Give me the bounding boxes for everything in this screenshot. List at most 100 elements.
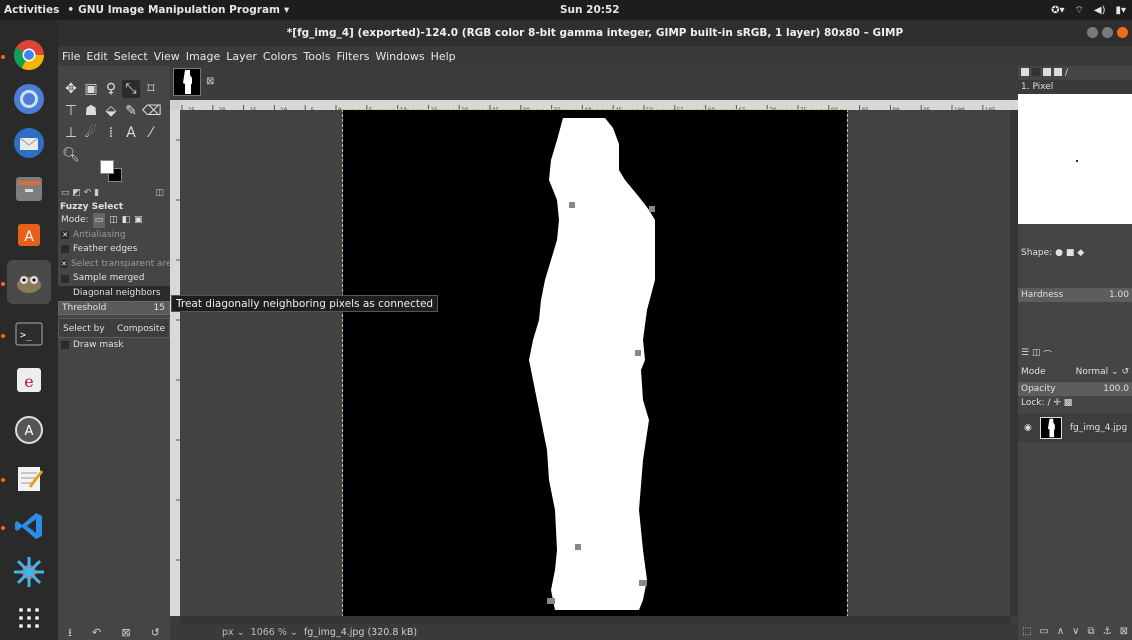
zoom-icon[interactable]: 🔍︎ [62, 146, 80, 164]
delete-layer-icon[interactable]: ⊠ [1120, 626, 1128, 640]
dock-terminal[interactable]: >_ [7, 312, 51, 356]
layer-row[interactable]: ◉ fg_img_4.jpg [1018, 414, 1132, 442]
antialiasing-checkbox[interactable]: ✕ Antialiasing [58, 228, 170, 243]
menu-edit[interactable]: Edit [86, 50, 107, 63]
menu-select[interactable]: Select [114, 50, 148, 63]
channels-tab-icon[interactable]: ◫ [1032, 348, 1041, 358]
clock[interactable]: Sun 20:52 [560, 4, 620, 16]
anchor-icon[interactable]: ⚓︎ [1103, 626, 1112, 640]
opacity-slider[interactable]: Opacity 100.0 [1018, 382, 1132, 396]
paint-dynamics-icon[interactable]: / [1065, 68, 1073, 78]
clone-icon[interactable]: ⊥ [62, 124, 80, 142]
menu-layer[interactable]: Layer [226, 50, 257, 63]
patterns-tab-icon[interactable] [1032, 68, 1040, 76]
vertical-scrollbar[interactable] [1010, 110, 1018, 616]
dock-chrome[interactable] [7, 33, 51, 77]
dock-krita[interactable] [7, 550, 51, 594]
circle-shape-icon[interactable]: ● [1055, 248, 1063, 258]
activities-button[interactable]: Activities [0, 4, 67, 16]
diamond-shape-icon[interactable]: ◆ [1077, 248, 1084, 258]
dock-software-updater[interactable]: A [7, 408, 51, 452]
mode-subtract-icon[interactable]: ◧ [122, 213, 131, 228]
battery-icon[interactable]: ▮▾ [1115, 5, 1126, 16]
app-menu[interactable]: • GNU Image Manipulation Program ▾ [67, 4, 289, 16]
brushes-tabs[interactable]: / [1018, 66, 1132, 80]
unit-selector[interactable]: px ⌄ [222, 627, 245, 638]
dock-chromium[interactable] [7, 77, 51, 121]
new-group-icon[interactable]: ▭ [1039, 626, 1048, 640]
color-picker-icon[interactable]: ⁄ [142, 124, 160, 142]
image-canvas[interactable] [342, 109, 848, 617]
bucket-fill-icon[interactable]: ⬙ [102, 102, 120, 120]
fonts-tab-icon[interactable] [1043, 68, 1051, 76]
smudge-icon[interactable]: ☄ [82, 124, 100, 142]
restore-options-icon[interactable]: ↶ [92, 626, 101, 640]
layer-mode-row[interactable]: Mode Normal ⌄ ↺ [1018, 362, 1132, 382]
menu-tools[interactable]: Tools [303, 50, 330, 63]
path-icon[interactable]: ⁞ [102, 124, 120, 142]
dock-thunderbird[interactable] [7, 121, 51, 165]
lock-pixels-icon[interactable]: / [1047, 398, 1050, 408]
warp-icon[interactable]: ☗ [82, 102, 100, 120]
mode-row[interactable]: Mode: ▭ ◫ ◧ ▣ [58, 213, 170, 228]
horizontal-ruler[interactable]: -25-20-15-10-505101520253035404550556065… [180, 100, 1018, 110]
menu-windows[interactable]: Windows [375, 50, 424, 63]
dock-files[interactable] [7, 167, 51, 211]
threshold-slider[interactable]: Threshold 15 [58, 300, 170, 316]
layers-tab-icon[interactable]: ☰ [1021, 348, 1029, 358]
new-layer-icon[interactable]: ⬚ [1022, 626, 1031, 640]
accessibility-icon[interactable]: ✪▾ [1051, 5, 1064, 16]
paintbrush-icon[interactable]: ✎ [122, 102, 140, 120]
select-transparent-checkbox[interactable]: ✕ Select transparent area [58, 257, 170, 272]
draw-mask-checkbox[interactable]: Draw mask [58, 338, 170, 353]
menu-filters[interactable]: Filters [336, 50, 369, 63]
layers-tabs[interactable]: ☰ ◫ ⌒ [1018, 346, 1132, 361]
hardness-slider[interactable]: Hardness 1.00 [1018, 288, 1132, 302]
reset-options-icon[interactable]: ↺ [151, 626, 160, 640]
menu-image[interactable]: Image [186, 50, 220, 63]
eye-icon[interactable]: ◉ [1024, 423, 1032, 433]
show-applications-button[interactable] [7, 596, 51, 640]
foreground-color-swatch[interactable] [100, 160, 114, 174]
lock-position-icon[interactable]: ✛ [1053, 398, 1061, 408]
menu-help[interactable]: Help [431, 50, 456, 63]
transform-icon[interactable]: ⊤ [62, 102, 80, 120]
brushes-tab-icon[interactable] [1021, 68, 1029, 76]
move-tool-icon[interactable]: ✥ [62, 80, 80, 98]
crop-icon[interactable]: ⌑ [142, 80, 160, 98]
minimize-button[interactable] [1087, 27, 1098, 38]
lasso-icon[interactable]: ♀ [102, 80, 120, 98]
mode-add-icon[interactable]: ◫ [109, 213, 118, 228]
ruler-corner[interactable] [170, 100, 180, 110]
system-tray[interactable]: ✪▾ ⌔ ◀) ▮▾ [1051, 4, 1126, 17]
diagonal-neighbors-checkbox[interactable]: Diagonal neighbors [58, 285, 170, 301]
mode-replace-icon[interactable]: ▭ [92, 213, 106, 228]
lock-alpha-icon[interactable]: ▩ [1064, 398, 1073, 408]
network-icon[interactable]: ⌔ [1074, 4, 1083, 17]
close-button[interactable] [1117, 27, 1128, 38]
dock-gimp[interactable] [7, 260, 51, 304]
paths-tab-icon[interactable]: ⌒ [1043, 348, 1052, 361]
square-shape-icon[interactable]: ■ [1066, 248, 1075, 258]
feather-edges-checkbox[interactable]: Feather edges [58, 242, 170, 257]
menu-view[interactable]: View [154, 50, 180, 63]
zoom-selector[interactable]: 1066 % ⌄ [251, 627, 298, 638]
configure-icon[interactable]: ◫ [155, 188, 170, 198]
raise-layer-icon[interactable]: ∧ [1057, 626, 1064, 640]
vertical-ruler[interactable] [170, 110, 180, 616]
brush-preview[interactable] [1018, 94, 1132, 224]
fg-bg-colors[interactable] [100, 160, 124, 184]
volume-icon[interactable]: ◀) [1094, 5, 1106, 16]
duplicate-layer-icon[interactable]: ⧉ [1087, 626, 1094, 640]
menu-colors[interactable]: Colors [263, 50, 297, 63]
eraser-icon[interactable]: ⌫ [142, 102, 162, 120]
document-tab-icon[interactable] [1054, 68, 1062, 76]
window-title-bar[interactable]: *[fg_img_4] (exported)-124.0 (RGB color … [58, 20, 1132, 46]
lower-layer-icon[interactable]: ∨ [1072, 626, 1079, 640]
maximize-button[interactable] [1102, 27, 1113, 38]
shape-row[interactable]: Shape: ● ■ ◆ [1018, 246, 1132, 260]
save-options-icon[interactable]: ⭳ [68, 626, 72, 640]
rect-select-icon[interactable]: ▣ [82, 80, 100, 98]
horizontal-scrollbar[interactable] [180, 616, 1010, 624]
close-tab-icon[interactable]: ⊠ [206, 76, 214, 87]
